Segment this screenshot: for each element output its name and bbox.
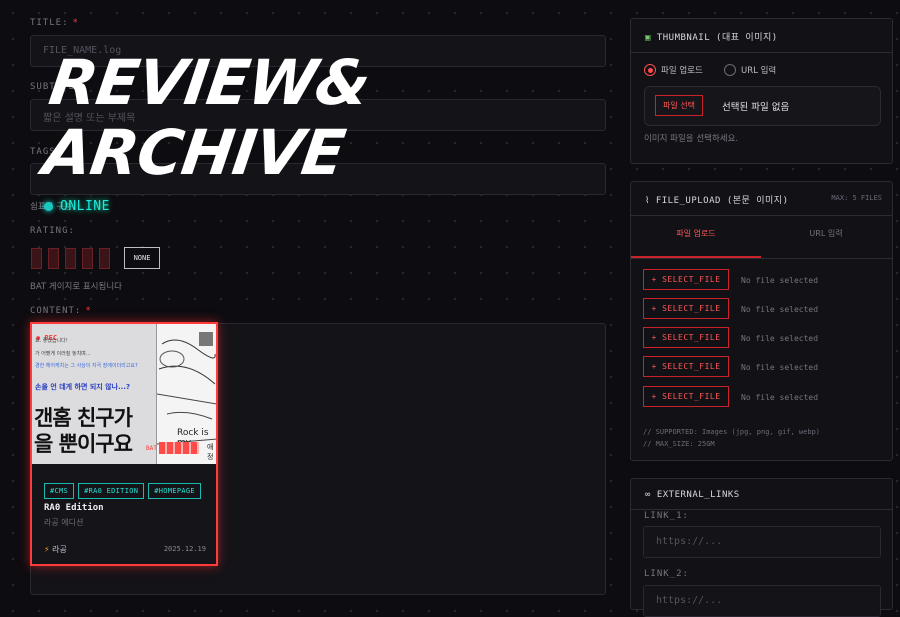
thumbnail-hint: 이미지 파일을 선택하세요. (644, 134, 739, 144)
select-file-button-5[interactable]: + SELECT_FILE (643, 386, 729, 407)
select-file-button-2[interactable]: + SELECT_FILE (643, 298, 729, 319)
battery-icon (158, 442, 199, 454)
rating-none-button[interactable]: NONE (124, 247, 160, 269)
tag-ra0-edition[interactable]: #RA0 EDITION (78, 483, 145, 499)
bolt-icon: ⚡ (44, 545, 50, 554)
link1-input[interactable]: https://... (643, 526, 881, 558)
speech-line-2: 가 어쨌게 이러질 놓치며... (35, 351, 91, 357)
file-upload-header: ⌇ FILE_UPLOAD (본문 이미지) (645, 196, 789, 206)
file-status-4: No file selected (741, 363, 819, 372)
link2-placeholder: https://... (656, 595, 723, 606)
link-icon: ∞ (645, 490, 651, 500)
file-status-1: No file selected (741, 276, 819, 285)
rating-bar-3[interactable] (65, 248, 76, 269)
status-dot-icon (44, 202, 53, 211)
supported-formats: // SUPPORTED: Images (jpg, png, gif, web… (643, 428, 821, 436)
thumbnail-header: ▣ THUMBNAIL (대표 이미지) (645, 33, 778, 43)
tab-url-input[interactable]: URL 입력 (761, 228, 891, 239)
post-preview-card[interactable]: Rock is my 애정 ● REC 요. 좋겠습니다! 가 어쨌게 이러질 … (30, 322, 218, 566)
select-file-button-1[interactable]: + SELECT_FILE (643, 269, 729, 290)
radio-url-input-label[interactable]: URL 입력 (741, 64, 776, 76)
title-label: TITLE: * (30, 18, 79, 28)
rating-bar-5[interactable] (99, 248, 110, 269)
thumbnail-panel: ▣ THUMBNAIL (대표 이미지) 파일 업로드 URL 입력 파일 선택… (630, 18, 893, 164)
battery-gauge: BAT (146, 442, 199, 454)
content-label: CONTENT: * (30, 306, 92, 316)
card-author: ⚡ 라공 (44, 545, 67, 554)
rating-bar-4[interactable] (82, 248, 93, 269)
online-label: ONLINE (60, 199, 110, 214)
link1-placeholder: https://... (656, 536, 723, 547)
select-file-button-3[interactable]: + SELECT_FILE (643, 327, 729, 348)
choose-file-button[interactable]: 파일 선택 (655, 95, 703, 116)
overlay-title-line2: ARCHIVE (38, 116, 349, 189)
card-image: Rock is my 애정 ● REC 요. 좋겠습니다! 가 어쨌게 이러질 … (32, 324, 216, 464)
card-subtitle: 라공 에디션 (44, 518, 84, 527)
paperclip-icon: ⌇ (645, 196, 650, 206)
online-status: ONLINE (44, 199, 110, 214)
file-status-3: No file selected (741, 334, 819, 343)
blue-caption: 손을 언 데게 하면 되지 않나...? (35, 383, 131, 391)
rating-hint: BAT 게이지로 표시됩니다 (30, 282, 122, 292)
file-upload-panel: ⌇ FILE_UPLOAD (본문 이미지) MAX: 5 FILES 파일 업… (630, 181, 893, 461)
no-file-selected-text: 선택된 파일 없음 (722, 102, 790, 113)
card-tags: #CMS #RA0 EDITION #HOMEPAGE (44, 478, 205, 499)
link1-label: LINK_1: (644, 511, 689, 521)
thumbnail-file-box: 파일 선택 선택된 파일 없음 (644, 86, 881, 126)
link2-input[interactable]: https://... (643, 585, 881, 617)
max-size: // MAX_SIZE: 25GM (643, 440, 715, 448)
rating-bar-2[interactable] (48, 248, 59, 269)
tab-file-upload[interactable]: 파일 업로드 (631, 228, 761, 239)
link2-label: LINK_2: (644, 569, 689, 579)
rating-label: RATING: (30, 226, 75, 236)
speech-line-3: 경한 헤어캐치는 그 사상이 지극 장애이더리고요? (35, 363, 138, 369)
tag-homepage[interactable]: #HOMEPAGE (148, 483, 201, 499)
tag-cms[interactable]: #CMS (44, 483, 75, 499)
rating-bar-1[interactable] (31, 248, 42, 269)
image-icon: ▣ (645, 33, 651, 43)
manga-side-text: 애정 (207, 443, 214, 461)
card-title: RA0 Edition (44, 503, 104, 513)
file-status-2: No file selected (741, 305, 819, 314)
card-date: 2025.12.19 (163, 545, 206, 553)
radio-file-upload-label[interactable]: 파일 업로드 (661, 64, 703, 76)
max-files-label: MAX: 5 FILES (831, 194, 882, 202)
external-links-panel: ∞ EXTERNAL_LINKS LINK_1: https://... LIN… (630, 478, 893, 617)
radio-url-input[interactable] (724, 64, 736, 76)
overlay-title-line1: REVIEW& (44, 46, 375, 119)
speech-line-1: 요. 좋겠습니다! (35, 338, 68, 344)
card-headline-2: 을 뿐이구요 (34, 432, 133, 456)
manga-box (199, 332, 213, 346)
radio-file-upload[interactable] (644, 64, 656, 76)
external-links-header: ∞ EXTERNAL_LINKS (645, 490, 740, 500)
bat-label: BAT (146, 444, 157, 452)
select-file-button-4[interactable]: + SELECT_FILE (643, 356, 729, 377)
file-status-5: No file selected (741, 393, 819, 402)
